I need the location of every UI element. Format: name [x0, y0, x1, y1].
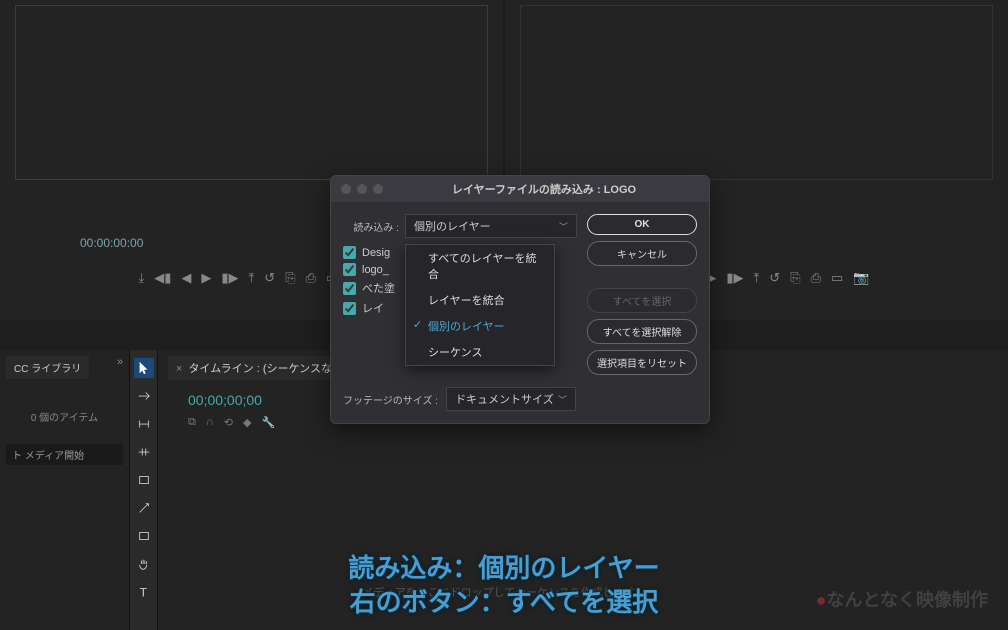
footage-size-label: フッテージのサイズ : [343, 392, 438, 407]
ripple-tool[interactable] [134, 414, 154, 434]
source-frame [15, 5, 488, 180]
razor-tool[interactable] [134, 442, 154, 462]
reset-selection-button[interactable]: 選択項目をリセット [587, 350, 697, 375]
watermark: ●なんとなく映像制作 [816, 586, 988, 612]
import-dropdown[interactable]: 個別のレイヤー﹀ [405, 214, 577, 238]
layer-checkbox[interactable] [343, 263, 356, 276]
wrench-icon[interactable]: 🔧 [261, 416, 275, 429]
source-timestamp: 00:00:00:00 [80, 236, 143, 250]
dialog-titlebar[interactable]: レイヤーファイルの読み込み : LOGO [331, 176, 709, 202]
lift-icon[interactable]: ⎘ [790, 270, 800, 286]
program-frame [520, 5, 993, 180]
menu-merge-all[interactable]: すべてのレイヤーを統合 [406, 245, 554, 287]
cancel-button[interactable]: キャンセル [587, 241, 697, 266]
item-count: 0 個のアイテム [6, 409, 123, 424]
mark-in-icon[interactable]: ⤓ [138, 270, 144, 286]
step-fwd-icon[interactable]: ▮▶ [221, 270, 238, 286]
import-layers-dialog: レイヤーファイルの読み込み : LOGO 読み込み : 個別のレイヤー﹀ すべて… [330, 175, 710, 424]
type-tool[interactable]: T [134, 582, 154, 602]
menu-individual[interactable]: 個別のレイヤー [406, 313, 554, 339]
select-all-button[interactable]: すべてを選択 [587, 288, 697, 313]
close-icon[interactable] [341, 184, 351, 194]
insert-icon[interactable]: ⎘ [285, 270, 295, 286]
rectangle-tool[interactable] [134, 526, 154, 546]
minimize-icon[interactable] [357, 184, 367, 194]
step-fwd-icon[interactable]: ▮▶ [726, 270, 743, 286]
play-icon[interactable]: ▶ [201, 270, 211, 286]
timeline-tab[interactable]: ×タイムライン : (シーケンスな [168, 356, 340, 380]
extract-icon[interactable]: ⎙ [811, 270, 821, 286]
zoom-icon[interactable] [373, 184, 383, 194]
marker-icon[interactable]: ◆ [243, 416, 251, 429]
tool-palette: T [130, 350, 158, 630]
track-select-tool[interactable] [134, 386, 154, 406]
layer-checkbox[interactable] [343, 246, 356, 259]
menu-sequence[interactable]: シーケンス [406, 339, 554, 365]
slip-tool[interactable] [134, 470, 154, 490]
project-panel: CC ライブラリ » 0 個のアイテム ト メディア開始 [0, 350, 130, 630]
svg-text:T: T [139, 585, 147, 599]
overwrite-icon[interactable]: ⎙ [306, 270, 316, 286]
snap-icon[interactable]: ⧉ [188, 416, 196, 429]
export-frame-icon[interactable]: ▭ [831, 270, 843, 286]
deselect-all-button[interactable]: すべてを選択解除 [587, 319, 697, 344]
ok-button[interactable]: OK [587, 214, 697, 235]
loop-icon[interactable]: ↺ [264, 270, 275, 286]
cc-libraries-tab[interactable]: CC ライブラリ [6, 356, 89, 379]
hand-tool[interactable] [134, 554, 154, 574]
annotation-caption: 読み込み：個別のレイヤー 右のボタン：すべてを選択 [348, 552, 659, 620]
chevron-down-icon: ﹀ [558, 393, 567, 406]
media-start-col: ト メディア開始 [6, 444, 123, 465]
mark-out-icon[interactable]: ⤒ [754, 270, 760, 286]
layer-checkbox[interactable] [343, 282, 356, 295]
dialog-title: レイヤーファイルの読み込み : LOGO [389, 181, 699, 197]
chevron-down-icon: ﹀ [559, 220, 568, 233]
import-dropdown-menu: すべてのレイヤーを統合 レイヤーを統合 個別のレイヤー シーケンス [405, 244, 555, 366]
play-back-icon[interactable]: ◀ [181, 270, 191, 286]
selection-tool[interactable] [134, 358, 154, 378]
loop-icon[interactable]: ↺ [769, 270, 780, 286]
snapshot-icon[interactable]: 📷 [853, 270, 869, 286]
footage-size-dropdown[interactable]: ドキュメントサイズ﹀ [446, 387, 576, 411]
pen-tool[interactable] [134, 498, 154, 518]
link-icon[interactable]: ⟲ [224, 416, 233, 429]
panel-menu-icon[interactable]: » [117, 356, 123, 368]
magnet-icon[interactable]: ∩ [206, 416, 214, 429]
layer-checkbox[interactable] [343, 302, 356, 315]
step-back-icon[interactable]: ◀▮ [154, 270, 171, 286]
menu-merge[interactable]: レイヤーを統合 [406, 287, 554, 313]
mark-out-icon[interactable]: ⤒ [249, 270, 255, 286]
import-label: 読み込み : [343, 219, 399, 234]
